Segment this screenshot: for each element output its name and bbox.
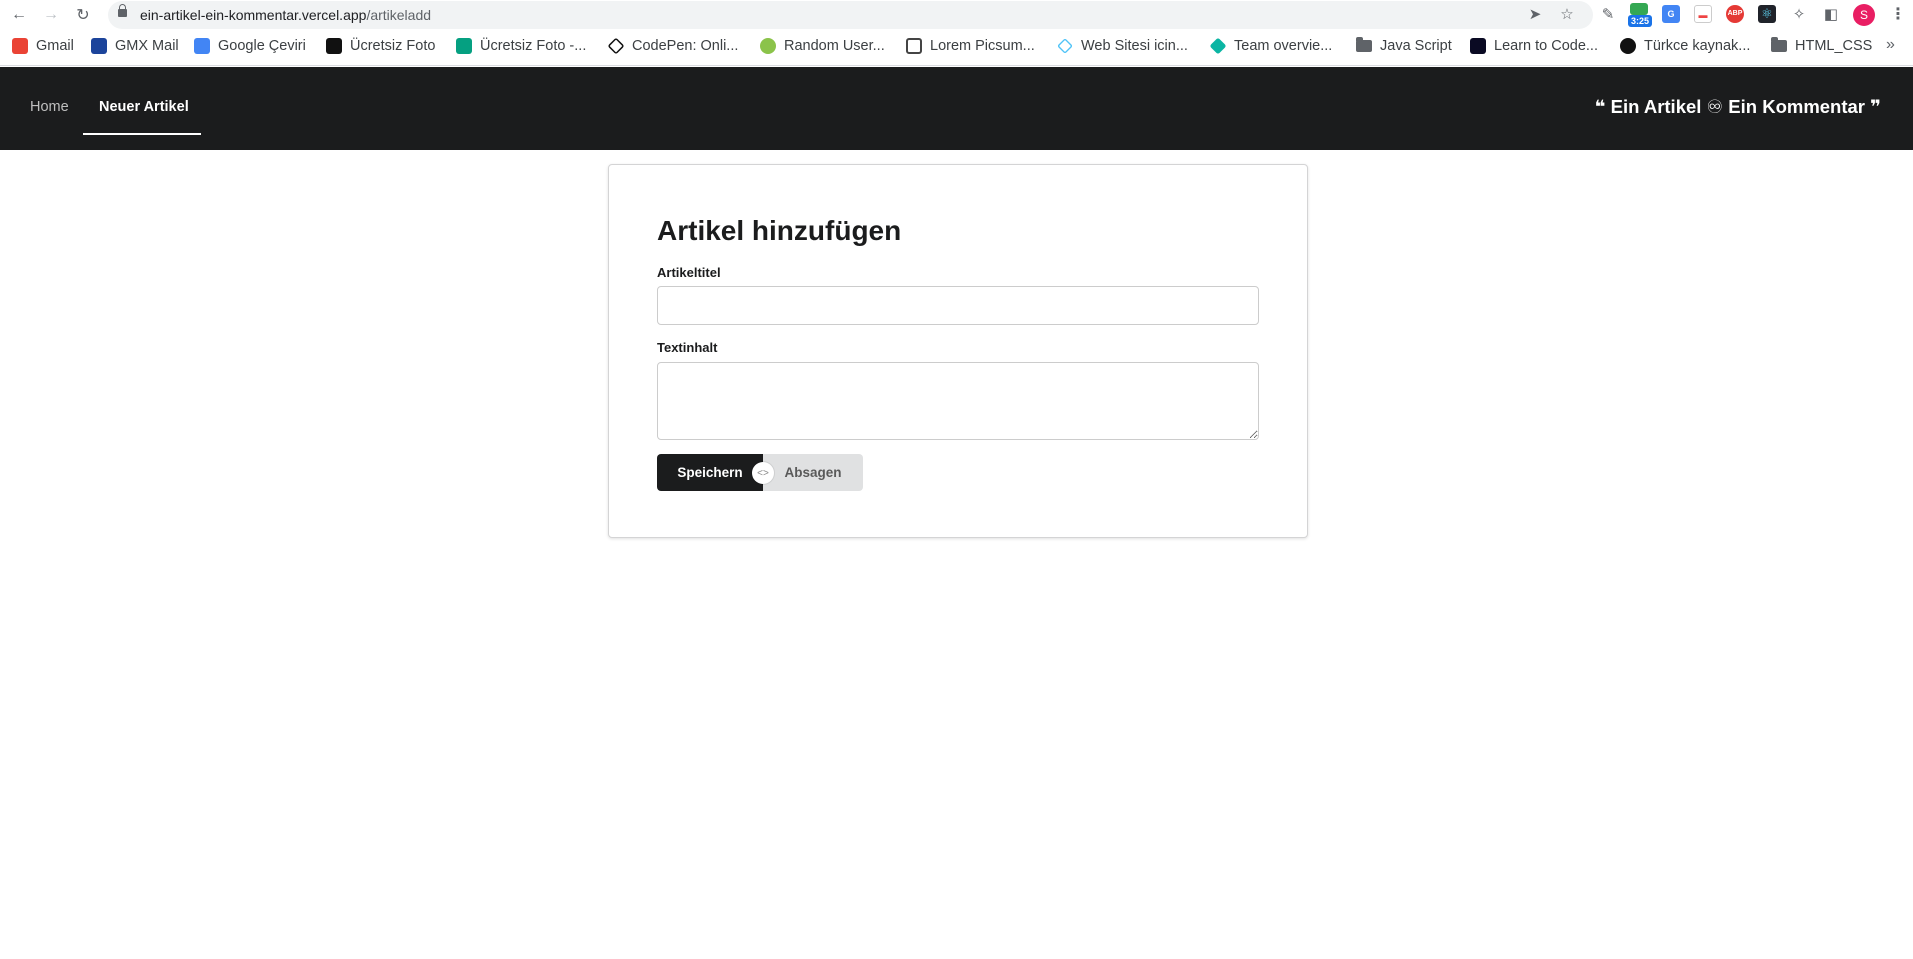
profile-avatar[interactable]: S — [1853, 4, 1875, 26]
add-article-card: Artikel hinzufügen Artikeltitel Textinha… — [608, 164, 1308, 538]
bookmark-gmx[interactable]: GMX Mail — [91, 38, 179, 54]
picsum-icon — [906, 38, 922, 54]
side-panel-icon[interactable]: ◧ — [1821, 5, 1841, 25]
nav-home-link[interactable]: Home — [30, 99, 69, 115]
forward-icon[interactable]: → — [40, 4, 62, 26]
team-diamond-icon — [1209, 37, 1227, 55]
cancel-button-label: Absagen — [784, 465, 842, 480]
nav-neuer-artikel-link[interactable]: Neuer Artikel — [99, 99, 189, 115]
codepen-icon — [607, 37, 625, 55]
save-button-label: Speichern — [677, 465, 743, 480]
bookmark-github[interactable]: Türkce kaynak... — [1620, 38, 1750, 54]
bookmark-codepen[interactable]: CodePen: Onli... — [607, 37, 739, 55]
random-user-icon — [760, 38, 776, 54]
bookmark-label: CodePen: Onli... — [632, 38, 739, 54]
article-body-textarea[interactable] — [657, 362, 1259, 440]
calendar-ext2-icon[interactable]: ▬ — [1694, 5, 1712, 23]
bookmark-label: Gmail — [36, 38, 74, 54]
title-label: Artikeltitel — [657, 265, 721, 280]
bookmark-label: Ücretsiz Foto -... — [480, 38, 587, 54]
bookmark-folder-html-css[interactable]: HTML_CSS — [1771, 37, 1873, 54]
translate-ext-icon[interactable]: G — [1662, 5, 1680, 23]
bookmark-label: HTML_CSS — [1795, 38, 1873, 54]
reload-icon[interactable]: ↻ — [72, 4, 94, 26]
bookmark-label: Lorem Picsum... — [930, 38, 1035, 54]
app-navbar: Home Neuer Artikel ❝ Ein Artikel ♾ Ein K… — [0, 67, 1913, 150]
bookmark-label: Google Çeviri — [218, 38, 306, 54]
url-path: /artikeladd — [366, 7, 432, 23]
bookmark-star-icon[interactable]: ☆ — [1557, 5, 1577, 25]
button-separator: <> — [752, 462, 774, 484]
gmail-icon — [12, 38, 28, 54]
active-tab-underline — [83, 133, 201, 135]
unsplash-icon — [326, 38, 342, 54]
bookmark-label: Random User... — [784, 38, 885, 54]
diamond-outline-icon — [1057, 38, 1073, 54]
extensions-puzzle-icon[interactable]: ✧ — [1789, 5, 1809, 25]
google-translate-icon — [194, 38, 210, 54]
url-text[interactable]: ein-artikel-ein-kommentar.vercel.app/art… — [140, 7, 431, 23]
browser-toolbar: ← → ↻ ein-artikel-ein-kommentar.vercel.a… — [0, 0, 1913, 30]
gmx-icon — [91, 38, 107, 54]
bookmarks-overflow-icon[interactable]: » — [1886, 36, 1895, 54]
bookmarks-bar: Gmail GMX Mail Google Çeviri Ücretsiz Fo… — [0, 30, 1913, 66]
bookmark-pexels[interactable]: Ücretsiz Foto -... — [456, 38, 586, 54]
send-tab-icon[interactable]: ➤ — [1525, 5, 1545, 25]
bookmark-label: Learn to Code... — [1494, 38, 1598, 54]
bookmark-gmail[interactable]: Gmail — [12, 38, 74, 54]
bookmark-label: Team overvie... — [1234, 38, 1333, 54]
cancel-button[interactable]: Absagen — [763, 454, 863, 491]
bookmark-team-overview[interactable]: Team overvie... — [1209, 37, 1333, 55]
bookmark-label: Ücretsiz Foto — [350, 38, 436, 54]
bookmark-lorem-picsum[interactable]: Lorem Picsum... — [906, 38, 1035, 54]
browser-menu-icon[interactable]: ⋮ — [1890, 4, 1906, 24]
timer-badge[interactable]: 3:25 — [1628, 15, 1652, 27]
body-label: Textinhalt — [657, 340, 718, 355]
bookmark-label: GMX Mail — [115, 38, 179, 54]
site-brand[interactable]: ❝ Ein Artikel ♾ Ein Kommentar ❞ — [1595, 96, 1881, 118]
bookmark-google-translate[interactable]: Google Çeviri — [194, 38, 306, 54]
url-host: ein-artikel-ein-kommentar.vercel.app — [140, 7, 367, 23]
github-icon — [1620, 38, 1636, 54]
save-button[interactable]: Speichern — [657, 454, 763, 491]
calendar-ext-icon[interactable] — [1630, 3, 1648, 15]
pexels-icon — [456, 38, 472, 54]
bookmark-unsplash[interactable]: Ücretsiz Foto — [326, 38, 435, 54]
react-devtools-icon[interactable]: ⚛ — [1758, 5, 1776, 23]
bookmark-web-sitesi[interactable]: Web Sitesi icin... — [1057, 38, 1188, 54]
bookmark-label: Java Script — [1380, 38, 1452, 54]
folder-icon — [1771, 37, 1787, 52]
bookmark-freecodecamp[interactable]: Learn to Code... — [1470, 38, 1598, 54]
folder-icon — [1356, 37, 1372, 52]
back-icon[interactable]: ← — [8, 4, 30, 26]
adblock-icon[interactable]: ABP — [1726, 5, 1744, 23]
lock-icon[interactable] — [118, 4, 127, 17]
bookmark-random-user[interactable]: Random User... — [760, 38, 885, 54]
page-title: Artikel hinzufügen — [657, 215, 902, 246]
bookmark-folder-javascript[interactable]: Java Script — [1356, 37, 1452, 54]
article-title-input[interactable] — [657, 286, 1259, 325]
bookmark-label: Türkce kaynak... — [1644, 38, 1751, 54]
freecodecamp-icon — [1470, 38, 1486, 54]
eyedropper-icon[interactable]: ✎ — [1598, 5, 1618, 25]
bookmark-label: Web Sitesi icin... — [1081, 38, 1188, 54]
